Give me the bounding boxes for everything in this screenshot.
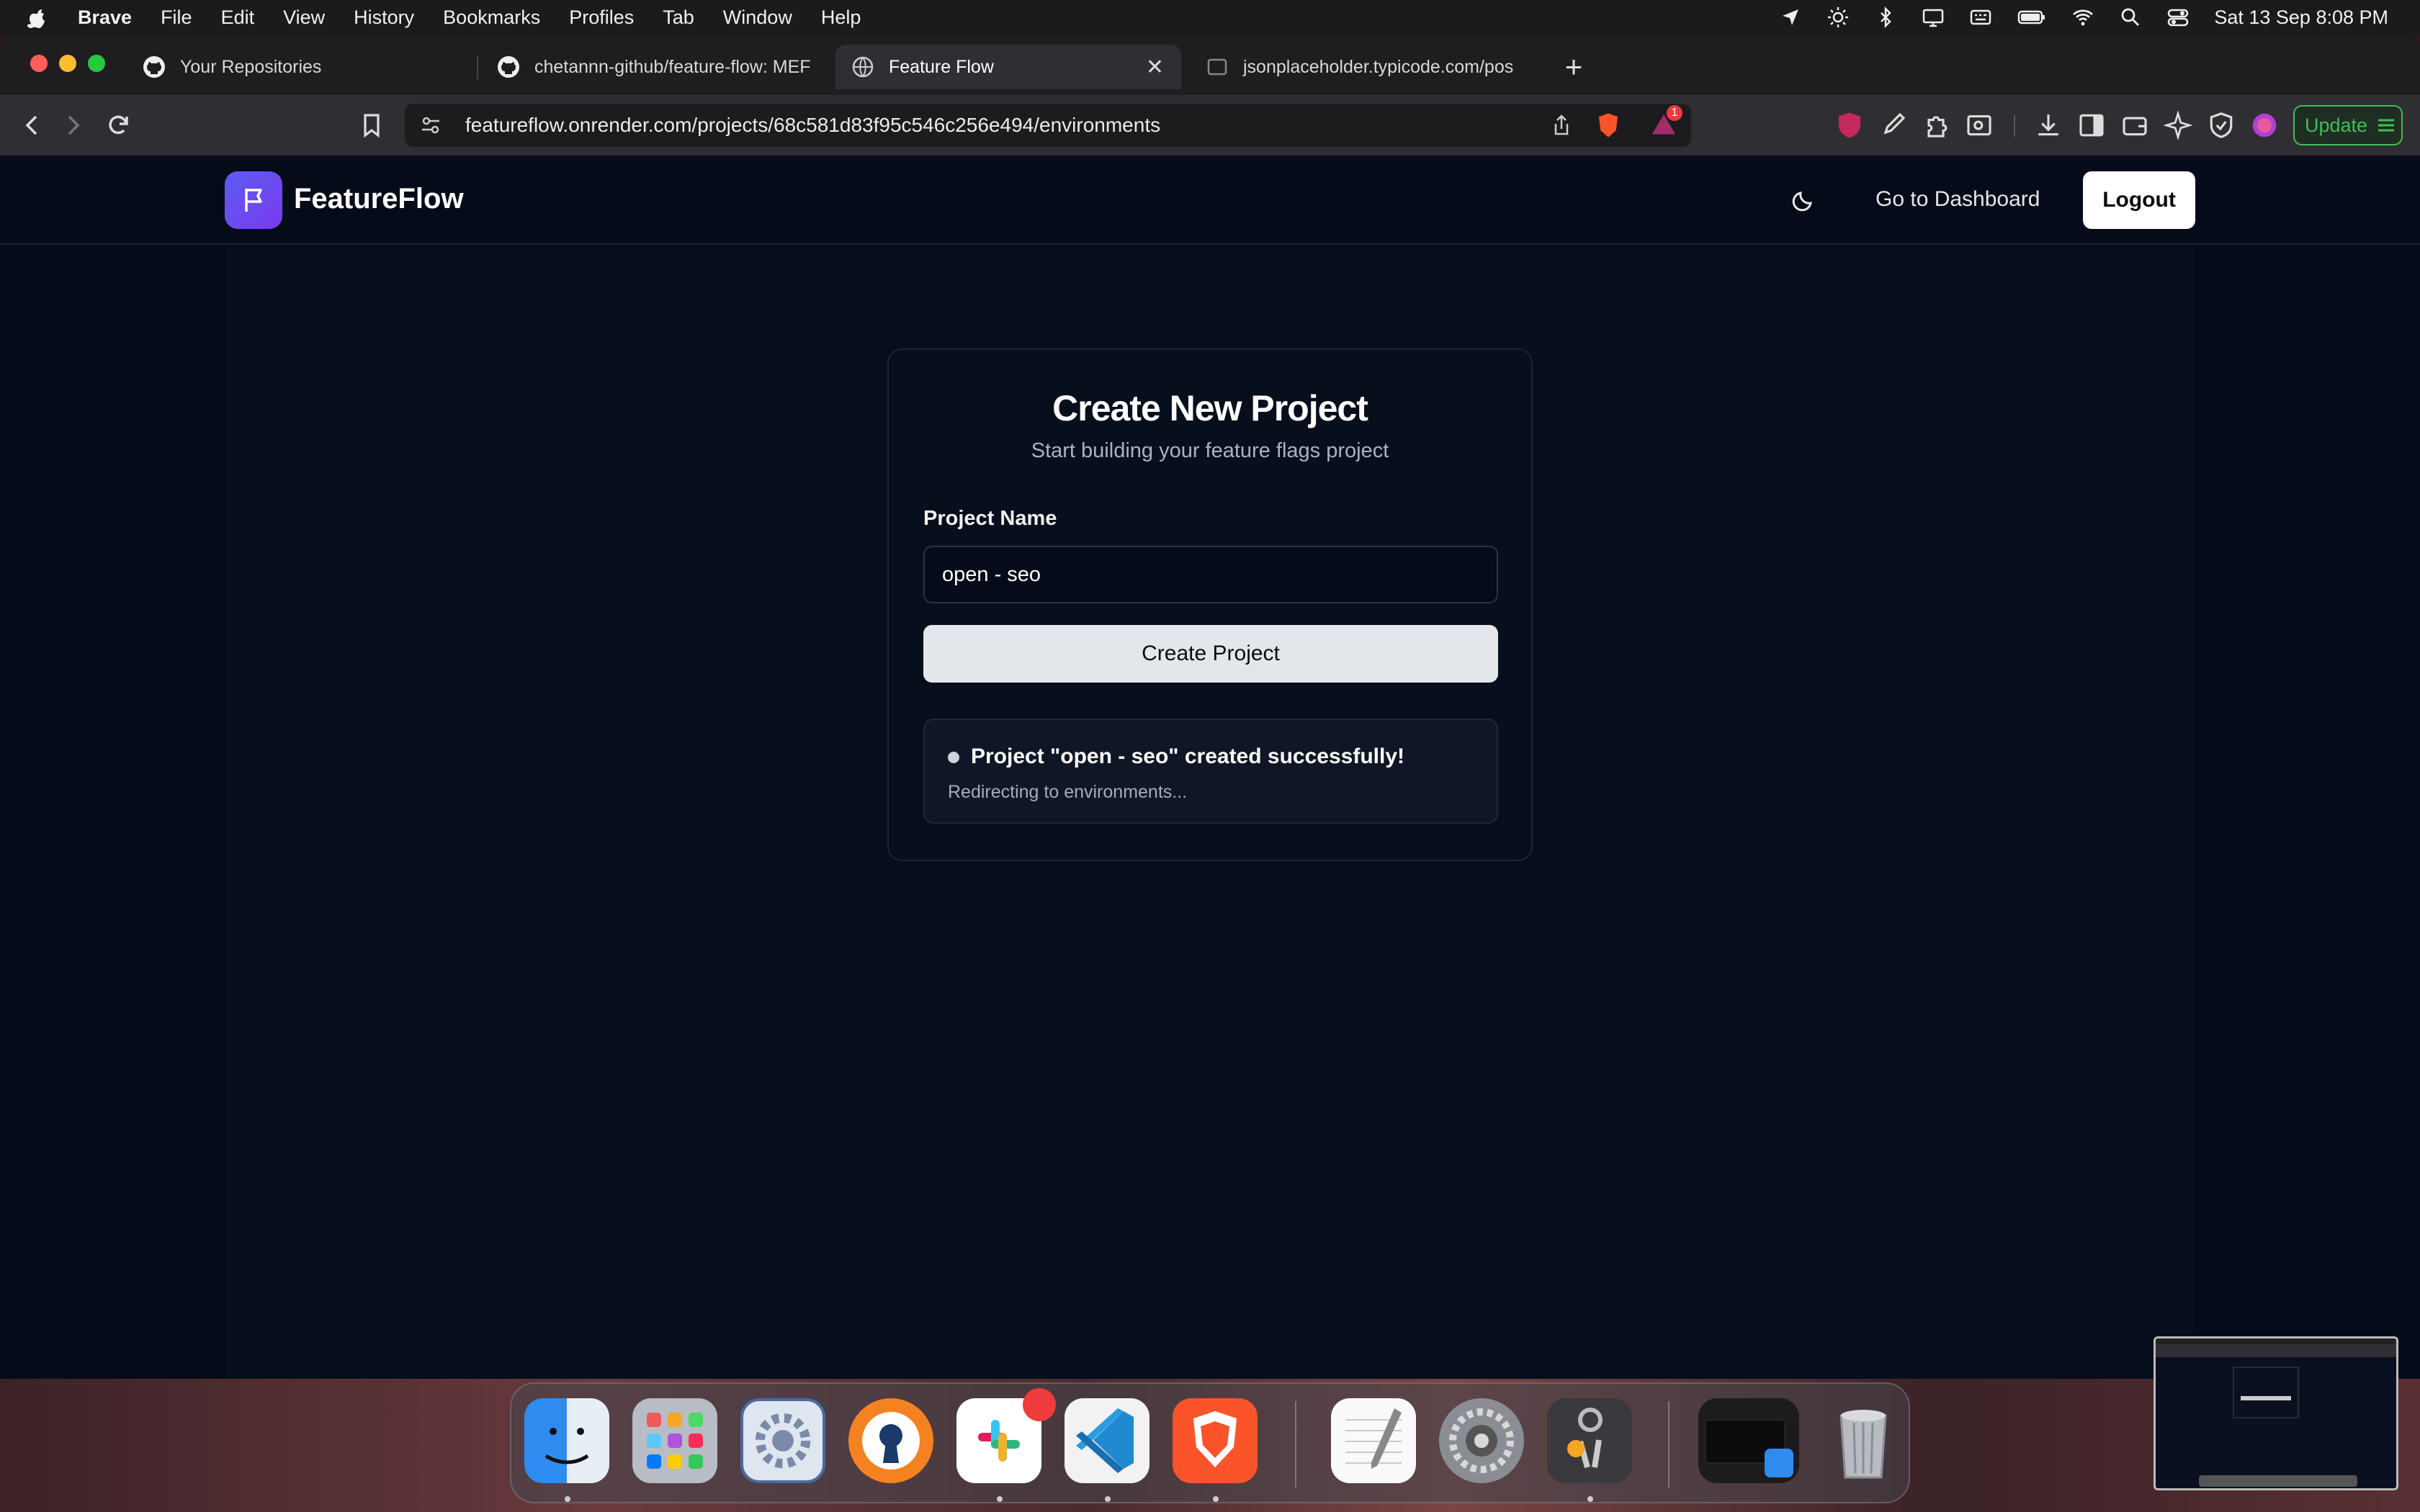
vscode-icon[interactable]	[1065, 1398, 1150, 1483]
web-page: FeatureFlow Go to Dashboard Logout Creat…	[0, 156, 2420, 1379]
menu-profiles[interactable]: Profiles	[569, 6, 634, 29]
menu-app-name[interactable]: Brave	[78, 6, 132, 29]
site-settings-icon[interactable]	[419, 114, 442, 137]
downloads-icon[interactable]	[2034, 111, 2063, 140]
brave-icon[interactable]	[1173, 1398, 1258, 1483]
brand-name[interactable]: FeatureFlow	[294, 183, 464, 215]
success-toast: Project "open - seo" created successfull…	[923, 719, 1498, 824]
document-icon	[1207, 58, 1227, 76]
toast-message: Project "open - seo" created successfull…	[971, 744, 1404, 768]
share-icon[interactable]	[1550, 114, 1573, 137]
menu-view[interactable]: View	[283, 6, 325, 29]
github-icon	[143, 56, 165, 78]
update-button[interactable]: Update	[2293, 105, 2403, 145]
page-subtitle: Start building your feature flags projec…	[1031, 439, 1389, 462]
downloads-stack-icon[interactable]	[1698, 1398, 1799, 1483]
settings-icon[interactable]	[1439, 1398, 1524, 1483]
brave-shields-icon[interactable]	[1595, 112, 1622, 139]
app-header: FeatureFlow Go to Dashboard Logout	[0, 156, 2420, 245]
page-title: Create New Project	[1052, 388, 1368, 428]
location-icon[interactable]	[1779, 6, 1802, 29]
macos-dock	[510, 1382, 1910, 1503]
flag-logo-icon[interactable]	[225, 171, 282, 229]
project-name-input[interactable]	[923, 546, 1498, 603]
minimize-window-button[interactable]	[59, 55, 76, 72]
github-icon	[498, 56, 519, 78]
menu-help[interactable]: Help	[821, 6, 861, 29]
display-icon[interactable]	[1922, 6, 1945, 29]
forward-icon[interactable]	[56, 108, 91, 143]
toast-detail: Redirecting to environments...	[948, 782, 1188, 802]
tab-label: jsonplaceholder.typicode.com/pos	[1243, 56, 1514, 77]
bookmark-icon[interactable]	[354, 108, 389, 143]
project-name-label: Project Name	[923, 507, 1057, 530]
keychain-icon[interactable]	[1547, 1398, 1632, 1483]
address-bar[interactable]: featureflow.onrender.com/projects/68c581…	[405, 104, 1691, 147]
back-icon[interactable]	[14, 108, 49, 143]
ublock-icon[interactable]	[1835, 111, 1864, 140]
extensions-icon[interactable]	[1922, 111, 1950, 140]
zoom-window-button[interactable]	[88, 55, 105, 72]
tab-label: Feature Flow	[889, 56, 994, 77]
wallet-icon[interactable]	[2120, 111, 2149, 140]
go-to-dashboard-link[interactable]: Go to Dashboard	[1876, 187, 2040, 212]
menu-tab[interactable]: Tab	[663, 6, 694, 29]
menu-edit[interactable]: Edit	[221, 6, 255, 29]
update-label: Update	[2305, 114, 2368, 136]
leo-ai-icon[interactable]	[2164, 111, 2192, 140]
create-project-card: Create New Project Start building your f…	[887, 348, 1533, 861]
trash-icon[interactable]	[1821, 1398, 1906, 1483]
menu-window[interactable]: Window	[723, 6, 792, 29]
wifi-icon[interactable]	[2071, 6, 2094, 29]
textedit-icon[interactable]	[1331, 1398, 1416, 1483]
launchpad-icon[interactable]	[632, 1398, 717, 1483]
screenshot-thumbnail[interactable]	[2154, 1336, 2398, 1490]
browser-toolbar: featureflow.onrender.com/projects/68c581…	[0, 95, 2420, 156]
macos-menu-bar: Brave File Edit View History Bookmarks P…	[0, 0, 2420, 35]
menu-icon	[2378, 119, 2395, 132]
tab-your-repositories[interactable]: Your Repositories	[127, 45, 472, 89]
menu-bookmarks[interactable]: Bookmarks	[443, 6, 540, 29]
slack-badge	[1023, 1388, 1056, 1421]
sidebar-icon[interactable]	[2077, 111, 2106, 140]
close-window-button[interactable]	[30, 55, 48, 72]
status-dot	[948, 752, 959, 763]
color-picker-icon[interactable]	[1878, 111, 1907, 140]
menubar-clock[interactable]: Sat 13 Sep 8:08 PM	[2214, 6, 2388, 29]
new-tab-button[interactable]: +	[1556, 49, 1592, 85]
create-project-button[interactable]: Create Project	[923, 625, 1498, 683]
close-tab-icon[interactable]: ✕	[1146, 55, 1164, 80]
reload-icon[interactable]	[101, 108, 135, 143]
browser-window: Your Repositories chetannn-github/featur…	[0, 35, 2420, 1379]
battery-icon[interactable]	[2017, 6, 2047, 29]
spotlight-search-icon[interactable]	[2119, 6, 2142, 29]
menu-history[interactable]: History	[354, 6, 414, 29]
tab-label: Your Repositories	[180, 56, 322, 77]
tab-feature-flow[interactable]: Feature Flow ✕	[835, 45, 1181, 89]
profile-avatar-icon[interactable]	[2250, 111, 2279, 140]
screenshot-icon[interactable]	[1965, 111, 1994, 140]
notification-badge: 1	[1667, 105, 1682, 121]
menu-file[interactable]: File	[161, 6, 192, 29]
tab-jsonplaceholder[interactable]: jsonplaceholder.typicode.com/pos	[1190, 45, 1536, 89]
vpn-icon[interactable]	[2207, 111, 2236, 140]
url-text[interactable]: featureflow.onrender.com/projects/68c581…	[465, 114, 1160, 137]
moon-icon[interactable]	[1789, 186, 1818, 215]
system-preferences-icon[interactable]	[740, 1398, 825, 1483]
bluetooth-icon[interactable]	[1874, 6, 1897, 29]
logout-button[interactable]: Logout	[2083, 171, 2195, 229]
openvpn-icon[interactable]	[848, 1398, 933, 1483]
apple-icon[interactable]	[27, 6, 49, 28]
tab-bar: Your Repositories chetannn-github/featur…	[0, 35, 2420, 95]
brightness-icon[interactable]	[1827, 6, 1850, 29]
globe-icon	[852, 56, 874, 78]
keyboard-icon[interactable]	[1969, 6, 1992, 29]
tab-feature-flow-repo[interactable]: chetannn-github/feature-flow: MEF	[481, 45, 827, 89]
tab-label: chetannn-github/feature-flow: MEF	[534, 56, 811, 77]
finder-icon[interactable]	[524, 1398, 609, 1483]
control-center-icon[interactable]	[2166, 6, 2190, 29]
